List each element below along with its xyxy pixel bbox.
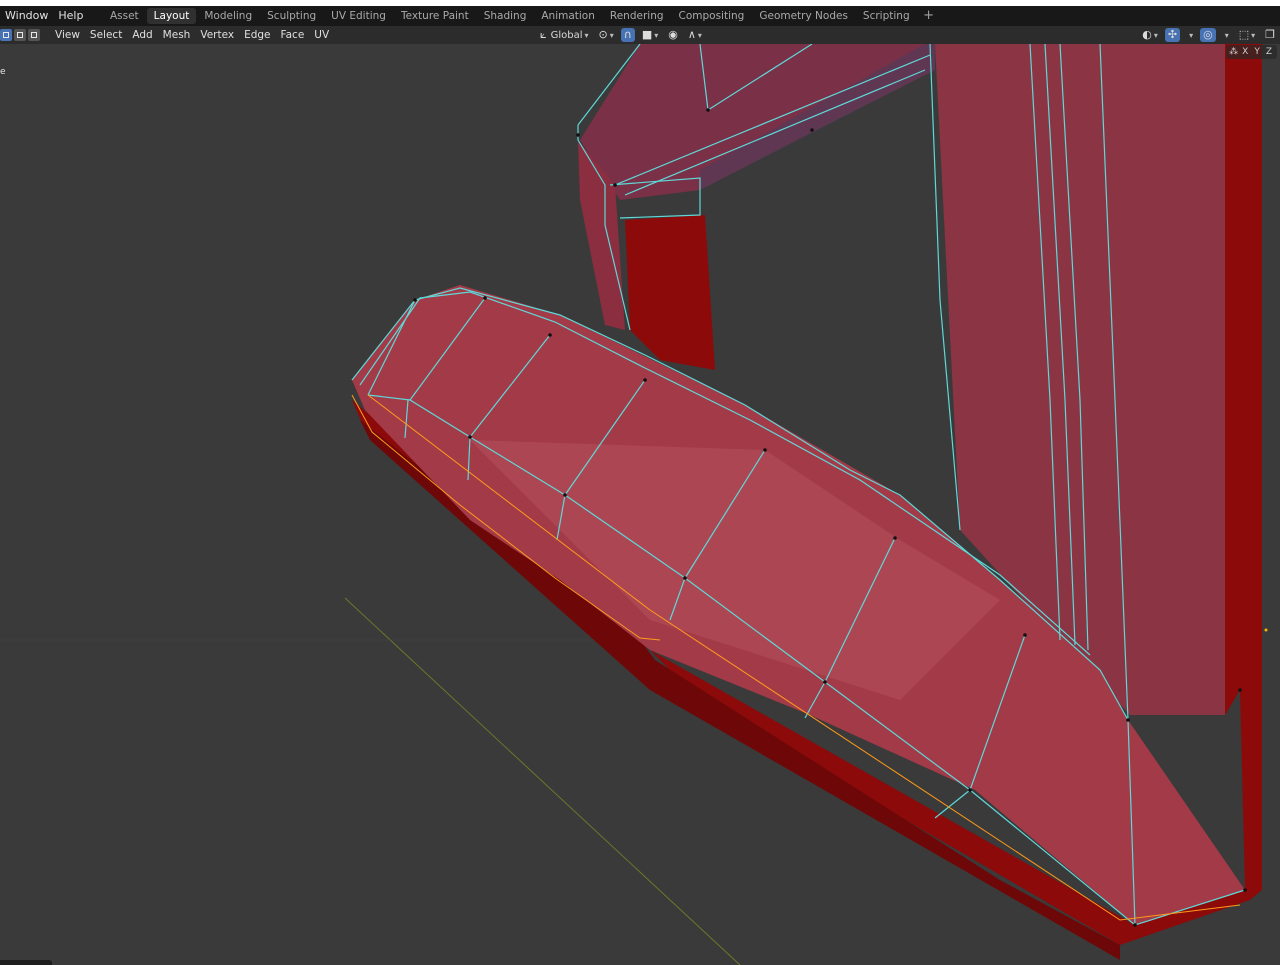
edge-select-icon[interactable] — [14, 29, 26, 41]
menu-edge[interactable]: Edge — [239, 26, 275, 44]
chevron-down-icon: ▾ — [1189, 30, 1194, 40]
workspace-tabs: Asset Layout Modeling Sculpting UV Editi… — [102, 6, 940, 26]
viewport-overlay-text: e — [0, 67, 6, 77]
menu-mesh[interactable]: Mesh — [158, 26, 196, 44]
viewport-display-tools: ◐ ▾ ✣ ▾ ◎ ▾ ⬚ ▾ ❐ — [1139, 26, 1280, 44]
pivot-point-dropdown[interactable]: ⊙ ▾ — [596, 28, 617, 42]
blender-window: Window Help Asset Layout Modeling Sculpt… — [0, 0, 1280, 965]
axis-z-button[interactable]: Z — [1264, 47, 1274, 57]
proportional-edit-icon: ◉ — [668, 28, 678, 41]
mesh-overlay-icon: ⬚ — [1238, 28, 1250, 41]
tab-sculpting[interactable]: Sculpting — [260, 8, 323, 24]
tab-compositing[interactable]: Compositing — [672, 8, 752, 24]
tab-modeling[interactable]: Modeling — [197, 8, 259, 24]
tab-uv-editing[interactable]: UV Editing — [324, 8, 393, 24]
vertex-select-icon[interactable] — [0, 29, 12, 41]
chevron-down-icon: ▾ — [1153, 30, 1158, 40]
orientation-value: Global — [550, 29, 583, 41]
mesh-edit-overlay-dropdown[interactable]: ⬚ ▾ — [1236, 28, 1258, 42]
select-mode-group — [0, 29, 40, 41]
overlay-icon: ◎ — [1203, 28, 1213, 41]
snap-toggle[interactable]: ∩ — [620, 28, 635, 42]
menu-vertex[interactable]: Vertex — [195, 26, 239, 44]
transform-orientation-dropdown[interactable]: ⟀ Global ▾ — [537, 28, 592, 42]
tab-texture-paint[interactable]: Texture Paint — [394, 8, 476, 24]
transform-tools: ⟀ Global ▾ ⊙ ▾ ∩ ■ ▾ ◉ ∧ ▾ — [537, 26, 705, 44]
chevron-down-icon: ▾ — [1251, 30, 1256, 40]
left-leg-side — [625, 215, 715, 370]
menu-view[interactable]: View — [50, 26, 85, 44]
header-menus: View Select Add Mesh Vertex Edge Face UV — [50, 26, 334, 44]
falloff-curve-icon: ∧ — [687, 28, 696, 41]
chevron-down-icon: ▾ — [654, 30, 659, 40]
add-workspace-button[interactable]: + — [917, 7, 940, 25]
chevron-down-icon: ▾ — [697, 30, 702, 40]
menu-window[interactable]: Window — [0, 6, 53, 26]
tab-asset[interactable]: Asset — [103, 8, 146, 24]
top-bridge-face — [580, 44, 935, 200]
axis-gizmo: ⁂ X Y Z — [1226, 45, 1277, 59]
pivot-point-icon: ⊙ — [598, 28, 608, 41]
overlay-toggle[interactable]: ◎ — [1200, 28, 1216, 42]
mesh-render — [0, 44, 1268, 965]
eye-icon: ◐ — [1142, 28, 1152, 41]
xray-toggle[interactable]: ❐ — [1262, 28, 1278, 42]
axis-y-button[interactable]: Y — [1252, 47, 1262, 57]
viewport-header: View Select Add Mesh Vertex Edge Face UV… — [0, 26, 1280, 44]
tab-scripting[interactable]: Scripting — [856, 8, 917, 24]
orientation-axes-icon: ⟀ — [540, 28, 547, 41]
status-stub — [0, 960, 52, 965]
tab-rendering[interactable]: Rendering — [603, 8, 671, 24]
chevron-down-icon: ▾ — [609, 30, 614, 40]
edge-rib — [934, 789, 971, 819]
gizmo-toggle[interactable]: ✣ — [1164, 28, 1181, 42]
chevron-down-icon: ▾ — [584, 30, 589, 40]
tab-shading[interactable]: Shading — [477, 8, 534, 24]
menu-select[interactable]: Select — [85, 26, 127, 44]
snap-magnet-icon: ∩ — [623, 28, 632, 41]
falloff-dropdown[interactable]: ∧ ▾ — [685, 28, 705, 42]
axis-x-button[interactable]: X — [1240, 47, 1250, 57]
menu-help[interactable]: Help — [53, 6, 88, 26]
3d-viewport[interactable] — [0, 44, 1280, 965]
chevron-down-icon: ▾ — [1224, 30, 1229, 40]
top-menubar: Window Help Asset Layout Modeling Sculpt… — [0, 6, 1280, 26]
axis-lock-icon[interactable]: ⁂ — [1229, 45, 1238, 59]
back-panel-side — [1225, 44, 1262, 890]
xray-icon: ❐ — [1265, 28, 1275, 41]
visibility-dropdown[interactable]: ◐ ▾ — [1139, 28, 1161, 42]
menu-face[interactable]: Face — [276, 26, 310, 44]
menu-add[interactable]: Add — [127, 26, 157, 44]
menu-uv[interactable]: UV — [309, 26, 334, 44]
tab-geometry-nodes[interactable]: Geometry Nodes — [752, 8, 855, 24]
snap-target-dropdown[interactable]: ■ ▾ — [639, 28, 661, 42]
face-select-icon[interactable] — [28, 29, 40, 41]
snap-target-icon: ■ — [641, 28, 653, 41]
gizmo-dropdown[interactable]: ▾ — [1184, 28, 1196, 42]
vertex-active — [1264, 628, 1268, 632]
tab-layout[interactable]: Layout — [146, 8, 197, 24]
tab-animation[interactable]: Animation — [534, 8, 602, 24]
proportional-edit-toggle[interactable]: ◉ — [665, 28, 681, 42]
overlay-dropdown[interactable]: ▾ — [1220, 28, 1232, 42]
gizmo-icon: ✣ — [1167, 28, 1178, 41]
